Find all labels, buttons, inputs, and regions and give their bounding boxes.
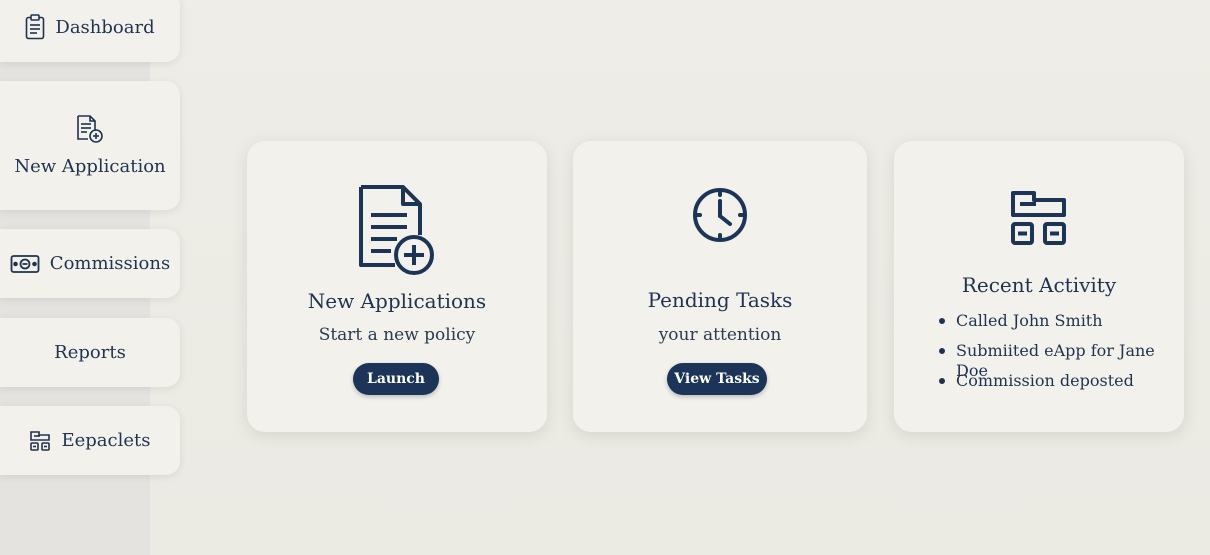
list-item: Submiited eApp for Jane Doe (939, 341, 1184, 380)
money-icon (10, 254, 40, 274)
activity-list: Called John Smith Submiited eApp for Jan… (939, 311, 1184, 401)
recent-activity-card: Recent Activity Called John Smith Submii… (894, 141, 1184, 432)
card-subtitle: Start a new policy (318, 325, 476, 345)
pending-tasks-card: Pending Tasks your attention View Tasks (573, 141, 867, 432)
sidebar-item-label: Eepaclets (61, 430, 151, 451)
card-title: Pending Tasks (647, 288, 793, 312)
sidebar-item-dashboard[interactable]: Dashboard (0, 0, 180, 62)
clock-icon (573, 187, 867, 243)
view-tasks-button[interactable]: View Tasks (667, 363, 767, 395)
layout-icon (29, 430, 51, 452)
sidebar-item-new-application[interactable]: New Application (0, 81, 180, 210)
list-item: Commission deposted (939, 371, 1184, 401)
sidebar-item-label: New Application (14, 156, 166, 177)
document-plus-icon (247, 183, 547, 277)
sidebar-item-label: Reports (54, 342, 126, 363)
card-title: New Applications (307, 289, 487, 313)
list-item: Called John Smith (939, 311, 1184, 341)
document-plus-icon (76, 114, 104, 144)
clipboard-icon (25, 14, 45, 40)
layout-icon (894, 190, 1184, 246)
new-applications-card: New Applications Start a new policy Laun… (247, 141, 547, 432)
sidebar-item-eepaclets[interactable]: Eepaclets (0, 406, 180, 475)
sidebar-item-label: Commissions (49, 253, 171, 274)
card-subtitle: your attention (658, 325, 782, 345)
sidebar-item-reports[interactable]: Reports (0, 318, 180, 387)
sidebar-item-commissions[interactable]: Commissions (0, 229, 180, 298)
launch-button[interactable]: Launch (353, 363, 439, 395)
sidebar-item-label: Dashboard (55, 16, 155, 38)
card-title: Recent Activity (961, 273, 1117, 297)
